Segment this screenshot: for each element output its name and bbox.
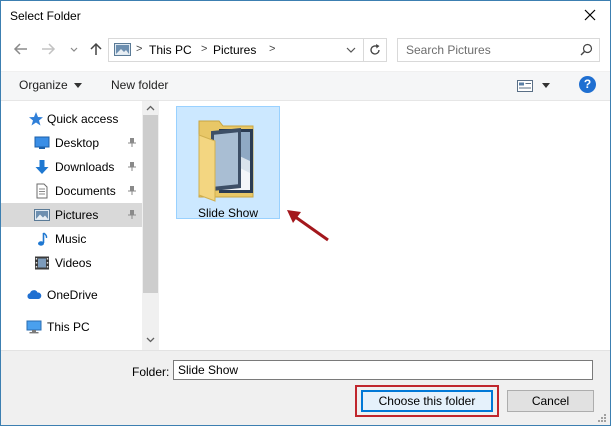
breadcrumb-separator-icon[interactable]: > [136, 43, 142, 55]
scroll-up-icon[interactable] [146, 105, 155, 111]
navpane-item-documents[interactable]: Documents [1, 179, 142, 203]
document-icon [36, 183, 48, 199]
recent-locations-chevron-icon[interactable] [65, 40, 83, 58]
folder-item-slide-show[interactable]: Slide Show [176, 106, 280, 220]
dialog-footer: Folder: Slide Show Choose this folder Ca… [1, 350, 610, 425]
search-icon[interactable] [580, 43, 593, 56]
pin-icon[interactable] [127, 209, 137, 219]
pin-icon[interactable] [127, 137, 137, 147]
address-dropdown-chevron-icon[interactable] [345, 44, 357, 56]
annotation-arrow-icon [287, 210, 329, 242]
pin-icon[interactable] [127, 161, 137, 171]
pictures-location-icon [114, 43, 131, 56]
navigation-bar: > This PC > Pictures > Search Pictures [1, 35, 610, 65]
navpane-scrollbar[interactable] [142, 101, 159, 350]
refresh-button[interactable] [363, 39, 386, 61]
view-options-icon[interactable] [517, 80, 533, 92]
navpane-item-this-pc[interactable]: This PC [1, 315, 142, 339]
navpane-item-label: Pictures [55, 208, 99, 222]
address-bar[interactable]: > This PC > Pictures > [108, 38, 387, 62]
star-icon [29, 112, 43, 126]
music-note-icon [38, 232, 48, 246]
download-arrow-icon [35, 160, 49, 174]
navpane-item-videos[interactable]: Videos [1, 251, 142, 275]
search-box[interactable]: Search Pictures [397, 38, 600, 62]
navpane-item-downloads[interactable]: Downloads [1, 155, 142, 179]
navpane-item-label: OneDrive [47, 288, 98, 302]
up-arrow-icon[interactable] [87, 40, 105, 58]
caret-down-icon[interactable] [542, 83, 550, 88]
navigation-pane: Quick access Desktop Downloads Documents… [1, 101, 159, 350]
breadcrumb-separator-icon[interactable]: > [201, 43, 207, 55]
navpane-item-label: Desktop [55, 136, 100, 150]
choose-folder-button[interactable]: Choose this folder [361, 390, 493, 412]
navpane-item-label: Videos [55, 256, 92, 270]
film-icon [35, 256, 49, 270]
navpane-item-quick-access[interactable]: Quick access [1, 107, 142, 131]
back-arrow-icon[interactable] [12, 40, 30, 58]
pin-icon[interactable] [127, 185, 137, 195]
window-title: Select Folder [10, 9, 81, 23]
folder-icon [198, 120, 254, 202]
scroll-down-icon[interactable] [146, 337, 155, 343]
navpane-item-pictures[interactable]: Pictures [1, 203, 142, 227]
caret-down-icon[interactable] [74, 83, 82, 88]
breadcrumb-pictures[interactable]: Pictures [213, 43, 256, 57]
pictures-icon [34, 209, 50, 221]
navpane-item-label: Music [55, 232, 87, 246]
navpane-item-label: Documents [55, 184, 116, 198]
close-icon[interactable] [582, 7, 598, 23]
breadcrumb-separator-icon[interactable]: > [269, 43, 275, 55]
navpane-item-label: Quick access [47, 112, 119, 126]
new-folder-button[interactable]: New folder [111, 78, 168, 92]
computer-icon [26, 320, 42, 334]
resize-grip-icon[interactable] [597, 413, 607, 423]
navpane-item-label: Downloads [55, 160, 115, 174]
navpane-item-desktop[interactable]: Desktop [1, 131, 142, 155]
navpane-item-music[interactable]: Music [1, 227, 142, 251]
cloud-icon [27, 290, 42, 299]
navpane-item-label: This PC [47, 320, 90, 334]
title-bar: Select Folder [1, 1, 610, 31]
organize-button[interactable]: Organize [19, 78, 68, 92]
help-icon[interactable]: ? [579, 76, 596, 93]
breadcrumb-this-pc[interactable]: This PC [149, 43, 192, 57]
scrollbar-thumb[interactable] [143, 115, 158, 293]
command-toolbar: Organize New folder ? [1, 71, 610, 101]
forward-arrow-icon[interactable] [39, 40, 57, 58]
select-folder-dialog: Select Folder > This PC > Pictures > Sea… [0, 0, 611, 426]
navpane-item-onedrive[interactable]: OneDrive [1, 283, 142, 307]
search-input[interactable]: Search Pictures [406, 43, 491, 57]
cancel-button[interactable]: Cancel [507, 390, 594, 412]
folder-item-label: Slide Show [197, 206, 259, 220]
folder-name-input[interactable]: Slide Show [173, 360, 593, 380]
desktop-icon [34, 136, 50, 149]
refresh-icon [370, 44, 380, 55]
folder-field-label: Folder: [132, 365, 170, 379]
